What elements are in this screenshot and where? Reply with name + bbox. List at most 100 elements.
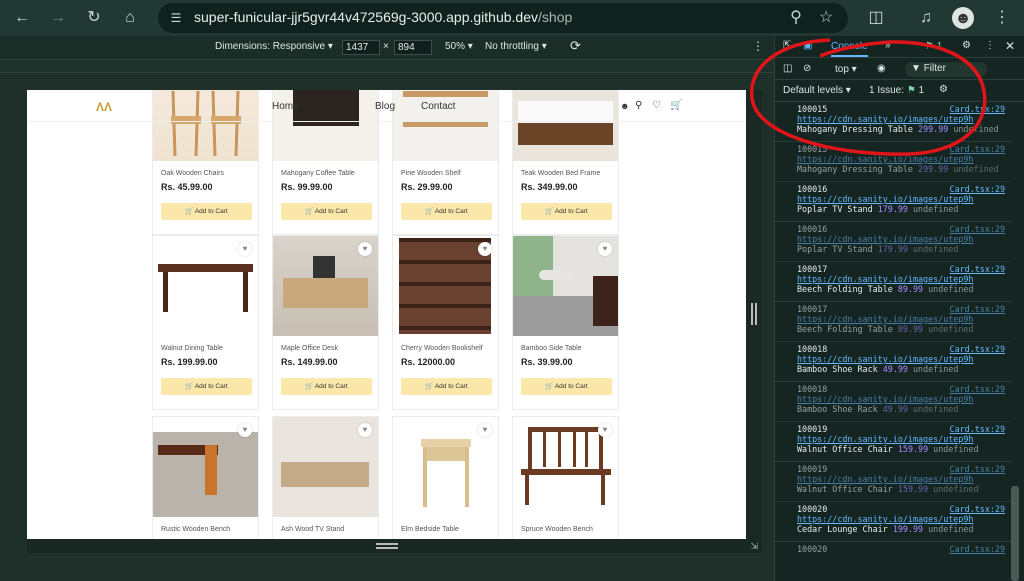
media-queue-icon[interactable]: ♫ xyxy=(914,6,938,30)
forward-icon[interactable]: → xyxy=(46,6,70,30)
log-source-link[interactable]: Card.tsx:29 xyxy=(950,344,1005,354)
product-card[interactable]: ♥ Cherry Wooden Bookshelf Rs. 12000.00 🛒… xyxy=(392,235,499,410)
levels-select[interactable]: Default levels ▾ xyxy=(783,85,851,96)
site-logo[interactable]: ΛΛ xyxy=(96,100,112,114)
console-log-entry[interactable]: 100018 Card.tsx:29 https://cdn.sanity.io/i… xyxy=(775,342,1011,382)
add-to-cart-button[interactable]: 🛒 Add to Cart xyxy=(281,203,372,220)
dimensions-select[interactable]: Dimensions: Responsive ▾ xyxy=(215,41,333,52)
viewport-resize-handle-right[interactable] xyxy=(746,90,762,539)
console-settings-icon[interactable]: ⚙ xyxy=(939,84,948,95)
wishlist-heart-icon[interactable]: ♥ xyxy=(598,423,612,437)
filter-input[interactable]: ▼ Filter xyxy=(905,62,987,77)
log-source-link[interactable]: Card.tsx:29 xyxy=(950,504,1005,514)
corner-resize-icon[interactable]: ⇲ xyxy=(750,541,758,552)
url-text[interactable]: super-funicular-jjr5gvr44v472569g-3000.a… xyxy=(194,9,572,25)
settings-gear-icon[interactable]: ⚙ xyxy=(962,40,971,51)
user-icon[interactable]: ☻ xyxy=(620,101,629,111)
viewport-resize-handle-bottom[interactable]: ⇲ xyxy=(27,539,762,553)
live-expression-eye-icon[interactable]: ◉ xyxy=(877,63,886,74)
log-image-url[interactable]: https://cdn.sanity.io/images/utep9h xyxy=(797,394,987,404)
log-image-url[interactable]: https://cdn.sanity.io/images/utep9h xyxy=(797,474,987,484)
wishlist-heart-icon[interactable]: ♥ xyxy=(478,242,492,256)
product-card[interactable]: ♥ Rustic Wooden Bench xyxy=(152,416,259,539)
profile-avatar[interactable]: ☻ xyxy=(952,7,974,29)
drag-grip-icon[interactable] xyxy=(376,543,398,549)
log-image-url[interactable]: https://cdn.sanity.io/images/utep9h xyxy=(797,114,987,124)
add-to-cart-button[interactable]: 🛒 Add to Cart xyxy=(401,203,492,220)
wishlist-heart-icon[interactable]: ♥ xyxy=(598,242,612,256)
log-source-link[interactable]: Card.tsx:29 xyxy=(950,264,1005,274)
zoom-icon[interactable]: ⚲ xyxy=(784,6,808,30)
console-scrollbar[interactable] xyxy=(1011,486,1019,581)
console-log-entry[interactable]: 100020 Card.tsx:29 https://cdn.sanity.io/i… xyxy=(775,502,1011,542)
wishlist-heart-icon[interactable]: ♥ xyxy=(238,423,252,437)
add-to-cart-button[interactable]: 🛒 Add to Cart xyxy=(161,378,252,395)
console-log-entry[interactable]: 100017 Card.tsx:29 https://cdn.sanity.io/i… xyxy=(775,302,1011,342)
issues-badge[interactable]: ⚑ 1 xyxy=(925,41,942,52)
log-source-link[interactable]: Card.tsx:29 xyxy=(950,464,1005,474)
product-card[interactable]: ♥ Maple Office Desk Rs. 149.99.00 🛒 Add … xyxy=(272,235,379,410)
log-source-link[interactable]: Card.tsx:29 xyxy=(950,224,1005,234)
add-to-cart-button[interactable]: 🛒 Add to Cart xyxy=(401,378,492,395)
back-icon[interactable]: ← xyxy=(10,6,34,30)
bookmark-star-icon[interactable]: ☆ xyxy=(814,6,838,30)
sidebar-toggle-icon[interactable]: ◫ xyxy=(783,63,792,74)
context-select[interactable]: top ▾ xyxy=(835,64,857,75)
inspect-icon[interactable]: ⇱ xyxy=(783,40,791,51)
rotate-icon[interactable]: ⟳ xyxy=(570,38,581,54)
search-icon[interactable]: ⚲ xyxy=(635,100,642,111)
console-log-entry[interactable]: 100018 Card.tsx:29 https://cdn.sanity.io/i… xyxy=(775,382,1011,422)
log-image-url[interactable]: https://cdn.sanity.io/images/utep9h xyxy=(797,434,987,444)
log-image-url[interactable]: https://cdn.sanity.io/images/utep9h xyxy=(797,154,987,164)
console-log-entry[interactable]: 100015 Card.tsx:29 https://cdn.sanity.io/i… xyxy=(775,142,1011,182)
nav-blog[interactable]: Blog xyxy=(375,101,395,112)
log-image-url[interactable]: https://cdn.sanity.io/images/utep9h xyxy=(797,274,987,284)
product-card[interactable]: ♥ Ash Wood TV Stand xyxy=(272,416,379,539)
drag-grip-icon[interactable] xyxy=(751,303,757,325)
clear-console-icon[interactable]: ⊘ xyxy=(803,63,811,74)
console-log-entry[interactable]: 100020 Card.tsx:29 xyxy=(775,542,1011,581)
console-log-entry[interactable]: 100016 Card.tsx:29 https://cdn.sanity.io/i… xyxy=(775,222,1011,262)
log-source-link[interactable]: Card.tsx:29 xyxy=(950,424,1005,434)
device-more-icon[interactable]: ⋮ xyxy=(752,39,764,53)
devtools-menu-icon[interactable]: ⋮ xyxy=(985,40,995,51)
log-image-url[interactable]: https://cdn.sanity.io/images/utep9h xyxy=(797,314,987,324)
log-source-link[interactable]: Card.tsx:29 xyxy=(950,104,1005,114)
log-source-link[interactable]: Card.tsx:29 xyxy=(950,304,1005,314)
console-log-entry[interactable]: 100019 Card.tsx:29 https://cdn.sanity.io/i… xyxy=(775,462,1011,502)
console-log-entry[interactable]: 100017 Card.tsx:29 https://cdn.sanity.io/i… xyxy=(775,262,1011,302)
device-toggle-icon[interactable]: ▣ xyxy=(803,40,812,51)
log-source-link[interactable]: Card.tsx:29 xyxy=(950,544,1005,554)
nav-home[interactable]: Home xyxy=(272,101,299,112)
add-to-cart-button[interactable]: 🛒 Add to Cart xyxy=(281,378,372,395)
menu-icon[interactable]: ⋮ xyxy=(990,6,1014,30)
throttle-select[interactable]: No throttling ▾ xyxy=(485,41,547,52)
product-card[interactable]: ♥ Elm Bedside Table xyxy=(392,416,499,539)
issues-link[interactable]: 1 Issue: ⚑ 1 xyxy=(869,85,924,96)
log-image-url[interactable]: https://cdn.sanity.io/images/utep9h xyxy=(797,354,987,364)
console-log-entry[interactable]: 100019 Card.tsx:29 https://cdn.sanity.io/i… xyxy=(775,422,1011,462)
width-input[interactable]: 1437 xyxy=(342,40,380,55)
height-input[interactable]: 894 xyxy=(394,40,432,55)
home-icon[interactable]: ⌂ xyxy=(118,6,142,30)
zoom-select[interactable]: 50% ▾ xyxy=(445,41,473,52)
product-card[interactable]: ♥ Bamboo Side Table Rs. 39.99.00 🛒 Add t… xyxy=(512,235,619,410)
wishlist-heart-icon[interactable]: ♥ xyxy=(358,242,372,256)
close-icon[interactable]: ✕ xyxy=(1005,39,1015,53)
add-to-cart-button[interactable]: 🛒 Add to Cart xyxy=(161,203,252,220)
tab-console[interactable]: Console xyxy=(831,41,868,57)
log-source-link[interactable]: Card.tsx:29 xyxy=(950,384,1005,394)
console-log-entry[interactable]: 100016 Card.tsx:29 https://cdn.sanity.io/i… xyxy=(775,182,1011,222)
more-tabs-icon[interactable]: » xyxy=(885,40,891,51)
add-to-cart-button[interactable]: 🛒 Add to Cart xyxy=(521,378,612,395)
product-card[interactable]: ♥ Spruce Wooden Bench xyxy=(512,416,619,539)
wishlist-heart-icon[interactable]: ♥ xyxy=(478,423,492,437)
nav-contact[interactable]: Contact xyxy=(421,101,455,112)
reload-icon[interactable]: ↻ xyxy=(82,6,106,30)
log-source-link[interactable]: Card.tsx:29 xyxy=(950,184,1005,194)
site-info-icon[interactable]: ☰ xyxy=(168,10,184,26)
log-image-url[interactable]: https://cdn.sanity.io/images/utep9h xyxy=(797,234,987,244)
cart-icon[interactable]: 🛒 xyxy=(670,100,682,111)
extensions-icon[interactable]: ◫ xyxy=(864,6,888,30)
log-image-url[interactable]: https://cdn.sanity.io/images/utep9h xyxy=(797,194,987,204)
